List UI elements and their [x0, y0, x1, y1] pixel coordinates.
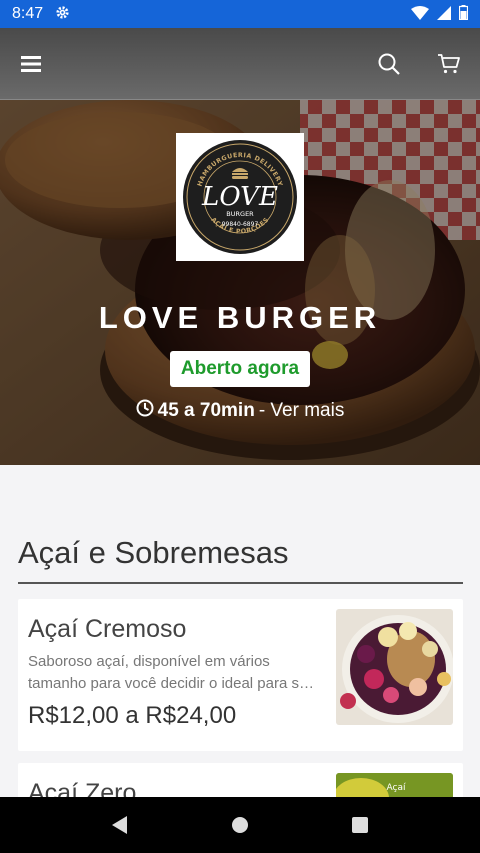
clock-icon — [136, 399, 154, 423]
system-nav-bar — [0, 797, 480, 853]
gear-icon — [55, 5, 70, 24]
back-icon[interactable] — [107, 812, 133, 838]
cart-icon[interactable] — [436, 51, 462, 77]
delivery-info[interactable]: 45 a 70min - Ver mais — [0, 399, 480, 423]
status-icons — [411, 4, 469, 24]
see-more-link[interactable]: - Ver mais — [259, 400, 345, 422]
restaurant-name: LOVE BURGER — [98, 300, 382, 335]
status-time: 8:47 — [12, 5, 44, 22]
battery-icon — [458, 4, 469, 24]
recents-icon[interactable] — [347, 812, 373, 838]
restaurant-hero: HAMBURGUERIA DELIVERY AÇAÍ E PORÇÕES LOV… — [0, 100, 480, 465]
product-image-label: Açaí — [387, 783, 406, 793]
section-title: Açaí e Sobremesas — [18, 535, 289, 570]
status-bar: 8:47 — [0, 0, 480, 28]
product-description: Saboroso açaí, disponível em vários tama… — [28, 653, 314, 692]
wifi-icon — [411, 5, 429, 24]
app-bar — [0, 28, 480, 100]
signal-icon — [437, 5, 451, 24]
product-image — [336, 609, 453, 725]
logo-wordmark: LOVE — [201, 182, 278, 212]
product-price: R$12,00 a R$24,00 — [28, 702, 237, 729]
product-name: Açaí Cremoso — [28, 615, 187, 643]
menu-icon[interactable] — [18, 51, 44, 77]
section-divider — [18, 582, 463, 584]
delivery-time: 45 a 70min — [157, 400, 255, 421]
search-icon[interactable] — [376, 51, 402, 77]
logo-subtitle: BURGER — [226, 210, 254, 218]
home-icon[interactable] — [227, 812, 253, 838]
restaurant-logo: HAMBURGUERIA DELIVERY AÇAÍ E PORÇÕES LOV… — [176, 133, 304, 261]
logo-phone: 99840-6897 — [222, 221, 259, 228]
open-status-badge: Aberto agora — [170, 351, 310, 387]
product-card[interactable]: Açaí Cremoso Saboroso açaí, disponível e… — [18, 599, 463, 751]
